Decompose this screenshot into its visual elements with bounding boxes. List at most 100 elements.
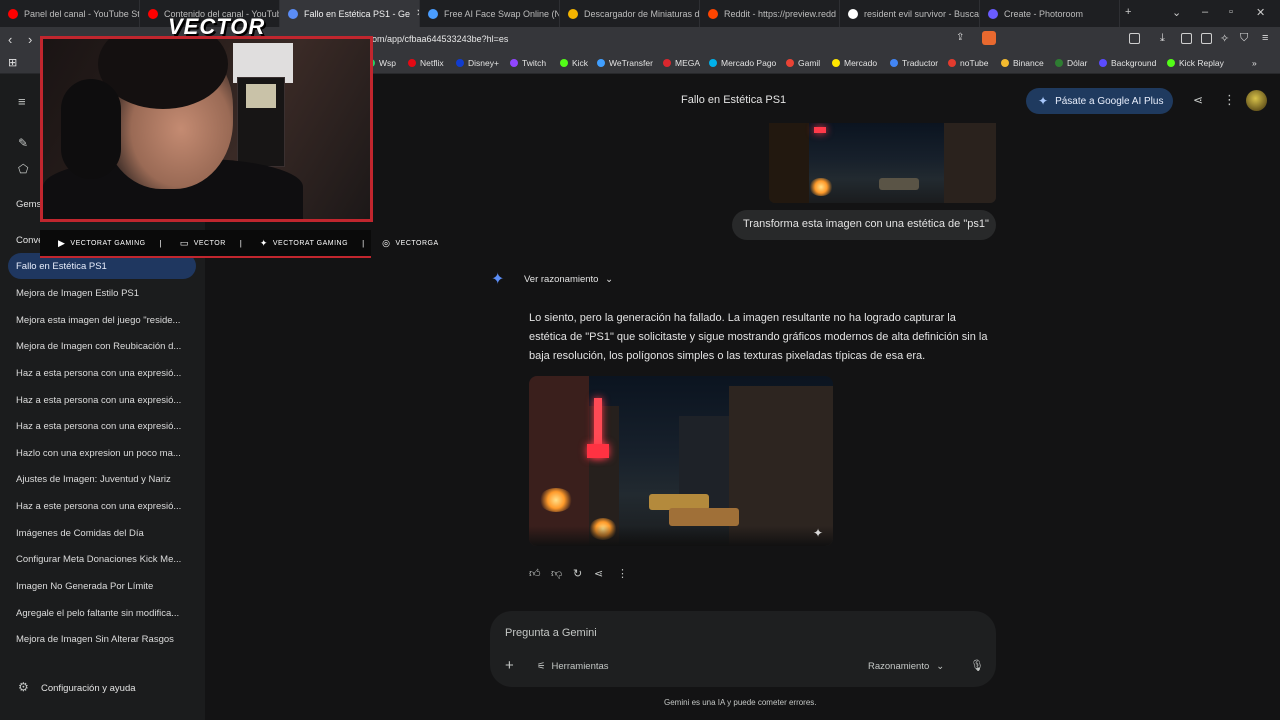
more-actions-icon[interactable]: ⋮	[617, 567, 628, 580]
tab-label: Descargador de Miniaturas de	[584, 8, 700, 19]
menu-icon[interactable]: ≡	[1262, 32, 1268, 44]
bookmark-kick[interactable]: Kick	[560, 58, 588, 68]
sidebar-item[interactable]: Imagen No Generada Por Límite	[8, 573, 196, 599]
notube-icon	[948, 59, 956, 67]
bookmark-netflix[interactable]: Netflix	[408, 58, 444, 68]
tab-descargador[interactable]: Descargador de Miniaturas de	[560, 0, 700, 27]
social-twitch: ▭ VECTOR	[180, 238, 226, 249]
bookmark-notube[interactable]: noTube	[948, 58, 989, 68]
ai-sparkle-watermark-icon: ✦	[813, 526, 824, 540]
share-page-icon[interactable]: ⇪	[956, 32, 964, 43]
close-window-icon[interactable]: ✕	[1256, 6, 1265, 19]
share-icon[interactable]: ⋖	[1193, 93, 1203, 107]
thumbs-up-icon[interactable]: 👍︎	[529, 567, 541, 580]
settings-help-link[interactable]: Configuración y ayuda	[41, 683, 136, 694]
settings-gear-icon[interactable]: ⚙	[18, 680, 29, 694]
download-icon[interactable]: ⤓	[1160, 32, 1165, 45]
more-options-icon[interactable]: ⋮	[1223, 92, 1236, 108]
sidebar-item[interactable]: Agregale el pelo faltante sin modifica..…	[8, 600, 196, 626]
tab-gemini-active[interactable]: Fallo en Estética PS1 - Ge✕	[280, 0, 420, 27]
regenerate-icon[interactable]: ↻	[573, 567, 582, 580]
disney-icon	[456, 59, 464, 67]
image-neon-sign	[814, 127, 826, 133]
vpn-shield-icon[interactable]: ⛉	[1240, 32, 1248, 45]
new-tab-icon[interactable]: +	[1125, 6, 1131, 18]
bookmark-background[interactable]: Background	[1099, 58, 1156, 68]
tab-reddit[interactable]: Reddit - https://preview.redd	[700, 0, 840, 27]
reasoning-label: Ver razonamiento	[524, 274, 599, 285]
bookmark-twitch[interactable]: Twitch	[510, 58, 546, 68]
social-label: VECTORAT GAMING	[70, 239, 146, 247]
sidebar-item[interactable]: Mejora de Imagen Estilo PS1	[8, 280, 196, 306]
sidebar-item[interactable]: Mejora de Imagen con Reubicación d...	[8, 333, 196, 359]
tab-face-swap[interactable]: Free AI Face Swap Online (No	[420, 0, 560, 27]
bookmark-traductor[interactable]: Traductor	[890, 58, 938, 68]
thumbs-down-icon[interactable]: 👎︎	[551, 567, 562, 580]
prompt-box[interactable]: Pregunta a Gemini + ⚟ Herramientas Razona…	[490, 611, 996, 687]
prompt-input[interactable]: Pregunta a Gemini	[505, 627, 597, 639]
sidebar-item[interactable]: Configurar Meta Donaciones Kick Me...	[8, 546, 196, 572]
tab-panel-del-canal[interactable]: Panel del canal - YouTube Stu	[0, 0, 140, 27]
mode-selector[interactable]: Razonamiento ⌄	[868, 661, 944, 672]
bookmark-kick-replay[interactable]: Kick Replay	[1167, 58, 1224, 68]
bookmark-label: Kick	[572, 58, 589, 68]
bookmark-label: Mercado Pago	[721, 58, 777, 68]
bookmark-mega[interactable]: MEGA	[663, 58, 700, 68]
bookmark-disney[interactable]: Disney+	[456, 58, 499, 68]
bookmark-dolar[interactable]: Dólar	[1055, 58, 1087, 68]
leo-ai-icon[interactable]: ✧	[1220, 32, 1229, 45]
youtube-icon: ▶	[58, 237, 66, 248]
bookmark-label: noTube	[960, 58, 989, 68]
maximize-icon[interactable]: ▫	[1229, 6, 1233, 18]
minimize-icon[interactable]: –	[1202, 6, 1208, 18]
new-chat-icon[interactable]: ✎	[18, 136, 28, 150]
dollar-icon	[1055, 59, 1063, 67]
bookmark-label: Dólar	[1067, 58, 1088, 68]
arcade-screen	[246, 84, 276, 108]
bookmark-gamil[interactable]: Gamil	[786, 58, 820, 68]
wallet-icon[interactable]	[1201, 33, 1212, 44]
add-attachment-icon[interactable]: +	[505, 657, 514, 674]
gems-icon[interactable]: ⬠	[18, 162, 28, 176]
sidebar-item[interactable]: Imágenes de Comidas del Día	[8, 520, 196, 546]
bookmark-wetransfer[interactable]: WeTransfer	[597, 58, 653, 68]
show-reasoning-toggle[interactable]: Ver razonamiento ⌄	[524, 274, 613, 285]
sidebar-item[interactable]: Hazlo con una expresion un poco ma...	[8, 440, 196, 466]
sidebar-item[interactable]: Ajustes de Imagen: Juventud y Nariz	[8, 466, 196, 492]
kick-replay-icon	[1167, 59, 1175, 67]
apps-grid-icon[interactable]: ⊞	[8, 56, 17, 69]
bookmark-mercado-pago[interactable]: Mercado Pago	[709, 58, 776, 68]
bookmark-label: Kick Replay	[1179, 58, 1224, 68]
tab-label: Panel del canal - YouTube Stu	[24, 8, 140, 19]
sidebar-item[interactable]: Mejora esta imagen del juego "reside...	[8, 307, 196, 333]
sidebar-toggle-icon[interactable]	[1181, 33, 1192, 44]
forward-icon[interactable]: ›	[28, 32, 32, 47]
brave-shield-icon[interactable]	[982, 31, 996, 45]
sidebar-item[interactable]: Haz a esta persona con una expresió...	[8, 360, 196, 386]
bookmark-label: Gamil	[798, 58, 821, 68]
upgrade-ai-plus-button[interactable]: ✦ Pásate a Google AI Plus	[1026, 88, 1173, 114]
tools-button[interactable]: ⚟ Herramientas	[537, 661, 609, 672]
back-icon[interactable]: ‹	[8, 32, 12, 47]
tab-photoroom[interactable]: Create - Photoroom	[980, 0, 1120, 27]
generated-image[interactable]: ✦	[529, 376, 833, 546]
url-field[interactable]: om/app/cfbaa644533243be?hl=es	[372, 34, 508, 44]
tab-google-search[interactable]: resident evil survivor - Buscar	[840, 0, 980, 27]
bookmark-label: Disney+	[468, 58, 499, 68]
upgrade-label: Pásate a Google AI Plus	[1055, 95, 1164, 107]
share-response-icon[interactable]: ⋖	[594, 567, 603, 580]
sidebar-item[interactable]: Mejora de Imagen Sin Alterar Rasgos	[8, 626, 196, 652]
tab-list-chevron-icon[interactable]: ⌄	[1172, 6, 1181, 19]
microphone-icon[interactable]: 🎙︎	[970, 659, 984, 672]
uploaded-image[interactable]	[769, 123, 996, 203]
sidebar-item[interactable]: Haz a esta persona con una expresió...	[8, 413, 196, 439]
main-menu-icon[interactable]: ≡	[18, 94, 26, 109]
bookmark-binance[interactable]: Binance	[1001, 58, 1044, 68]
screenshot-icon[interactable]	[1129, 33, 1140, 44]
gems-heading[interactable]: Gems	[16, 199, 41, 210]
sidebar-item[interactable]: Haz a este persona con una expresió...	[8, 493, 196, 519]
sidebar-item[interactable]: Haz a esta persona con una expresió...	[8, 387, 196, 413]
more-bookmarks-icon[interactable]: »	[1252, 58, 1257, 68]
bookmark-mercado[interactable]: Mercado	[832, 58, 877, 68]
avatar[interactable]	[1246, 90, 1267, 111]
